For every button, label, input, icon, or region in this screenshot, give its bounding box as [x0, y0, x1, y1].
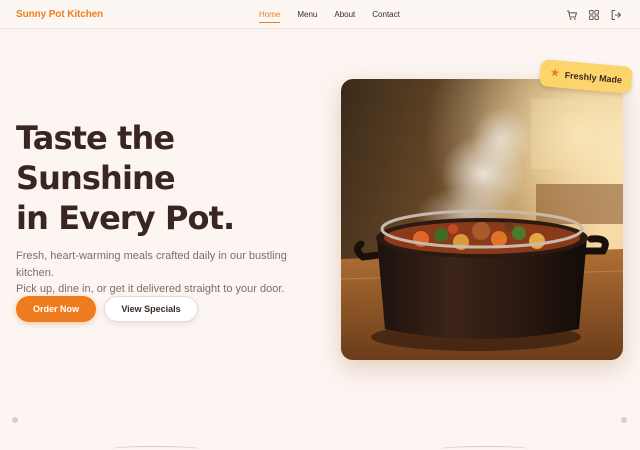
brand-logo[interactable]: Sunny Pot Kitchen: [16, 9, 103, 20]
nav-icons: [556, 9, 622, 21]
order-now-button[interactable]: Order Now: [16, 296, 96, 322]
hero-title-line: in Every Pot.: [16, 199, 235, 237]
hero-food-photo: [341, 79, 623, 360]
nav-links: Home Menu About Contact: [259, 10, 417, 23]
view-specials-button[interactable]: View Specials: [104, 296, 198, 322]
carousel-dot-right[interactable]: [621, 417, 627, 423]
hero-description-line: Fresh, heart-warming meals crafted daily…: [16, 250, 287, 279]
grid-icon[interactable]: [588, 9, 600, 21]
card-edge-right: [440, 446, 530, 450]
top-nav: Sunny Pot Kitchen Home Menu About Contac…: [0, 0, 640, 29]
hero-title-line: Sunshine: [16, 159, 176, 197]
hero-description: Fresh, heart-warming meals crafted daily…: [16, 248, 316, 298]
nav-link-menu[interactable]: Menu: [297, 10, 317, 23]
card-edge-left: [110, 446, 200, 450]
badge-text: Freshly Made: [564, 69, 623, 85]
hero-title-line: Taste the: [16, 119, 175, 157]
star-icon: ★: [549, 66, 561, 80]
cart-icon[interactable]: [566, 9, 578, 21]
logout-icon[interactable]: [610, 9, 622, 21]
carousel-dot-left[interactable]: [12, 417, 18, 423]
nav-link-home[interactable]: Home: [259, 10, 281, 23]
hero-title: Taste the Sunshine in Every Pot.: [16, 118, 235, 238]
nav-link-about[interactable]: About: [334, 10, 355, 23]
nav-link-contact[interactable]: Contact: [372, 10, 400, 23]
